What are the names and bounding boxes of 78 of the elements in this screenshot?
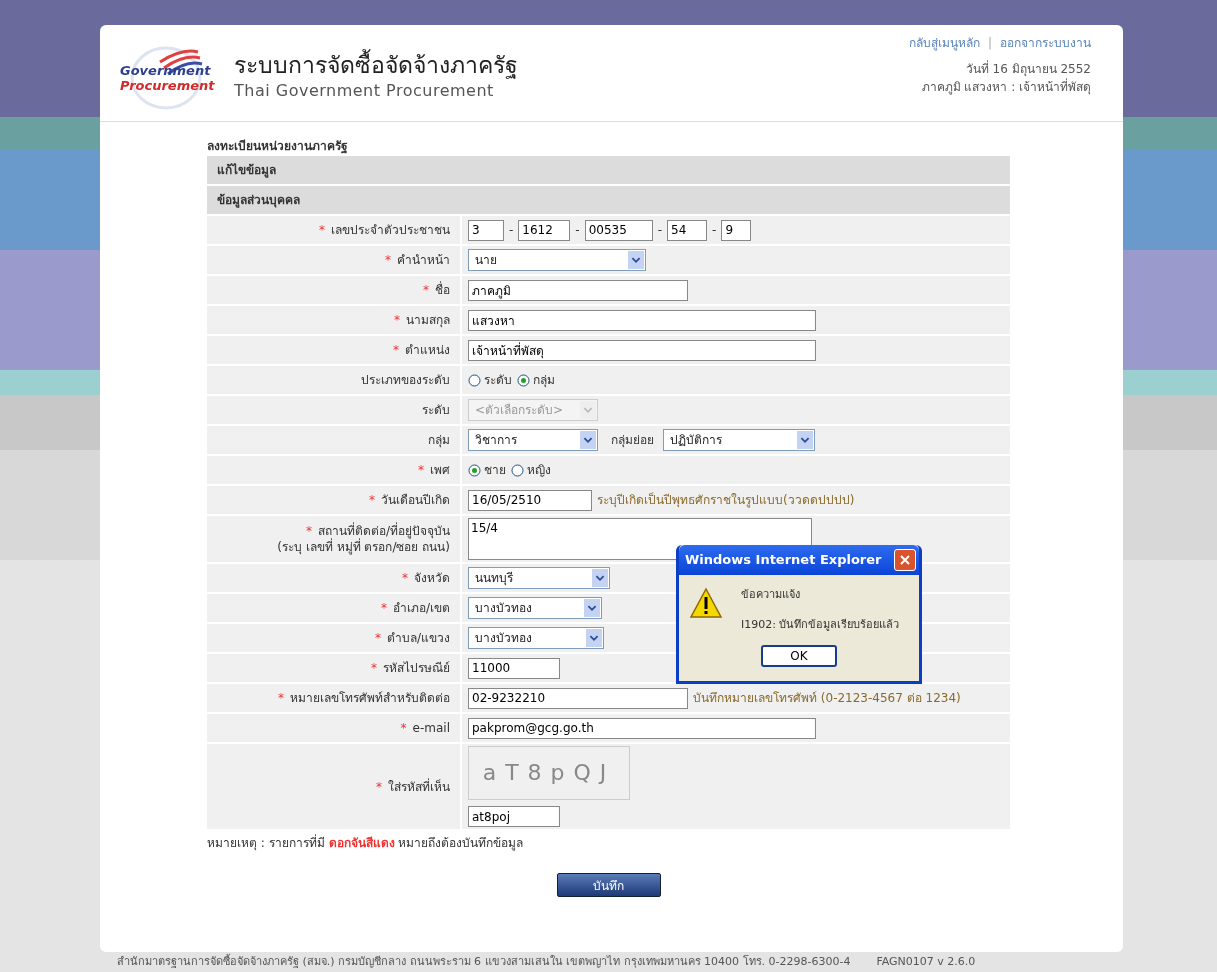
input-field[interactable]: pakprom@gcg.go.th <box>468 717 816 739</box>
input-field[interactable]: แสวงหา <box>468 309 816 331</box>
captcha-image: aT8pQJ <box>468 746 630 800</box>
radio-option[interactable]: ระดับ <box>468 372 512 388</box>
select-field[interactable]: บางบัวทอง <box>468 627 604 649</box>
select-field[interactable]: วิชาการ <box>468 429 598 451</box>
input-field[interactable]: at8poj <box>468 806 560 827</box>
field-label: * จังหวัด <box>401 570 450 586</box>
field-label: * ใส่รหัสที่เห็น <box>375 778 450 795</box>
caret-icon <box>628 251 644 269</box>
hint-text: ระบุปีเกิดเป็นปีพุทธศักราชในรูปแบบ(ววดดปปปป) <box>597 492 855 508</box>
field-label: ประเภทของระดับ <box>360 372 450 388</box>
field-label: * สถานที่ติดต่อ/ที่อยู่ปัจจุบัน <box>304 523 450 539</box>
input-field[interactable]: 3 <box>468 219 504 241</box>
link-separator: | <box>987 35 992 51</box>
dash-separator: - <box>575 222 580 238</box>
field-label: * นามสกุล <box>393 312 450 328</box>
radio-option[interactable]: ชาย <box>468 462 506 478</box>
field-label: * เพศ <box>417 462 450 478</box>
select-field[interactable]: นาย <box>468 249 646 271</box>
date-text: วันที่ 16 มิถุนายน 2552 <box>965 61 1091 77</box>
field-label: ระดับ <box>421 402 450 418</box>
field-label: (ระบุ เลขที่ หมู่ที่ ตรอก/ซอย ถนน) <box>276 539 450 555</box>
dash-separator: - <box>657 222 663 238</box>
close-button[interactable] <box>894 549 916 571</box>
field-label: กลุ่ม <box>427 432 450 448</box>
caret-icon <box>797 431 813 449</box>
input-field[interactable]: 11000 <box>468 657 560 679</box>
dash-separator: - <box>712 222 717 238</box>
select-field[interactable]: บางบัวทอง <box>468 597 602 619</box>
caret-icon <box>584 599 600 617</box>
input-field[interactable]: 00535 <box>584 219 653 241</box>
field-label: * ตำแหน่ง <box>392 342 450 358</box>
ok-button[interactable]: OK <box>761 645 837 667</box>
field-label: กลุ่มย่อย <box>611 432 654 448</box>
user-text: ภาคภูมิ แสวงหา : เจ้าหน้าที่พัสดุ <box>921 79 1091 95</box>
input-field[interactable]: 02-9232210 <box>468 687 688 709</box>
section-header: แก้ไขข้อมูล <box>207 156 1010 184</box>
input-field[interactable]: 1612 <box>518 219 571 241</box>
input-field[interactable]: 9 <box>721 219 752 241</box>
select-field[interactable]: นนทบุรี <box>468 567 610 589</box>
page-title: ลงทะเบียนหน่วยงานภาครัฐ <box>207 138 349 156</box>
select-field[interactable]: ปฏิบัติการ <box>663 429 815 451</box>
radio-option[interactable]: หญิง <box>511 462 551 478</box>
dialog-message: I1902: บันทึกข้อมูลเรียบร้อยแล้ว <box>741 617 900 633</box>
field-label: * อำเภอ/เขต <box>379 600 450 616</box>
logo-text: Procurement <box>120 78 216 93</box>
input-field[interactable]: 16/05/2510 <box>468 489 592 511</box>
field-label: * เลขประจำตัวประชาชน <box>318 222 450 238</box>
field-label: * วันเดือนปีเกิด <box>368 492 450 508</box>
dialog-heading: ข้อความแจ้ง <box>741 587 801 603</box>
footer-address: สำนักมาตรฐานการจัดซื้อจัดจ้างภาครัฐ (สมจ.) กรมบัญชีกลาง ถนนพระราม 6 แขวงสามเสนใน เขตพญาไท กรุงเทพมหานคร 10400 โทร. 0-2298-6300-4 <box>117 955 851 969</box>
nav-link[interactable]: ออกจากระบบงาน <box>1000 35 1091 51</box>
hint-text: บันทึกหมายเลขโทรศัพท์ (0-2123-4567 ต่อ 1234) <box>693 690 961 706</box>
caret-icon <box>580 431 596 449</box>
warning-icon <box>689 587 723 619</box>
field-label: * หมายเลขโทรศัพท์สำหรับติดต่อ <box>277 690 450 706</box>
caret-icon <box>580 401 596 419</box>
close-icon <box>899 554 911 566</box>
note-text: หมายเหตุ : รายการที่มี ดอกจันสีแดง หมายถึงต้องบันทึกข้อมูล <box>207 835 525 851</box>
input-field[interactable]: เจ้าหน้าที่พัสดุ <box>468 339 816 361</box>
save-button[interactable]: บันทึก <box>556 873 661 897</box>
radio-option[interactable]: กลุ่ม <box>517 372 555 388</box>
field-label: * e-mail <box>399 720 450 736</box>
nav-link[interactable]: กลับสู่เมนูหลัก <box>908 35 980 51</box>
field-label: * ตำบล/แขวง <box>373 630 450 646</box>
caret-icon <box>586 629 602 647</box>
caret-icon <box>592 569 608 587</box>
input-field[interactable]: 54 <box>667 219 708 241</box>
dash-separator: - <box>509 222 514 238</box>
site-subtitle: Thai Government Procurement <box>234 81 495 101</box>
field-label: * รหัสไปรษณีย์ <box>370 660 450 676</box>
field-label: * ชื่อ <box>422 282 450 298</box>
input-field[interactable]: ภาคภูมิ <box>468 279 688 301</box>
version-text: FAGN0107 v 2.6.0 <box>876 955 976 969</box>
site-title: ระบบการจัดซื้อจัดจ้างภาครัฐ <box>234 49 518 81</box>
field-label: * คำนำหน้า <box>384 252 450 268</box>
section-header: ข้อมูลส่วนบุคคล <box>207 186 1010 214</box>
